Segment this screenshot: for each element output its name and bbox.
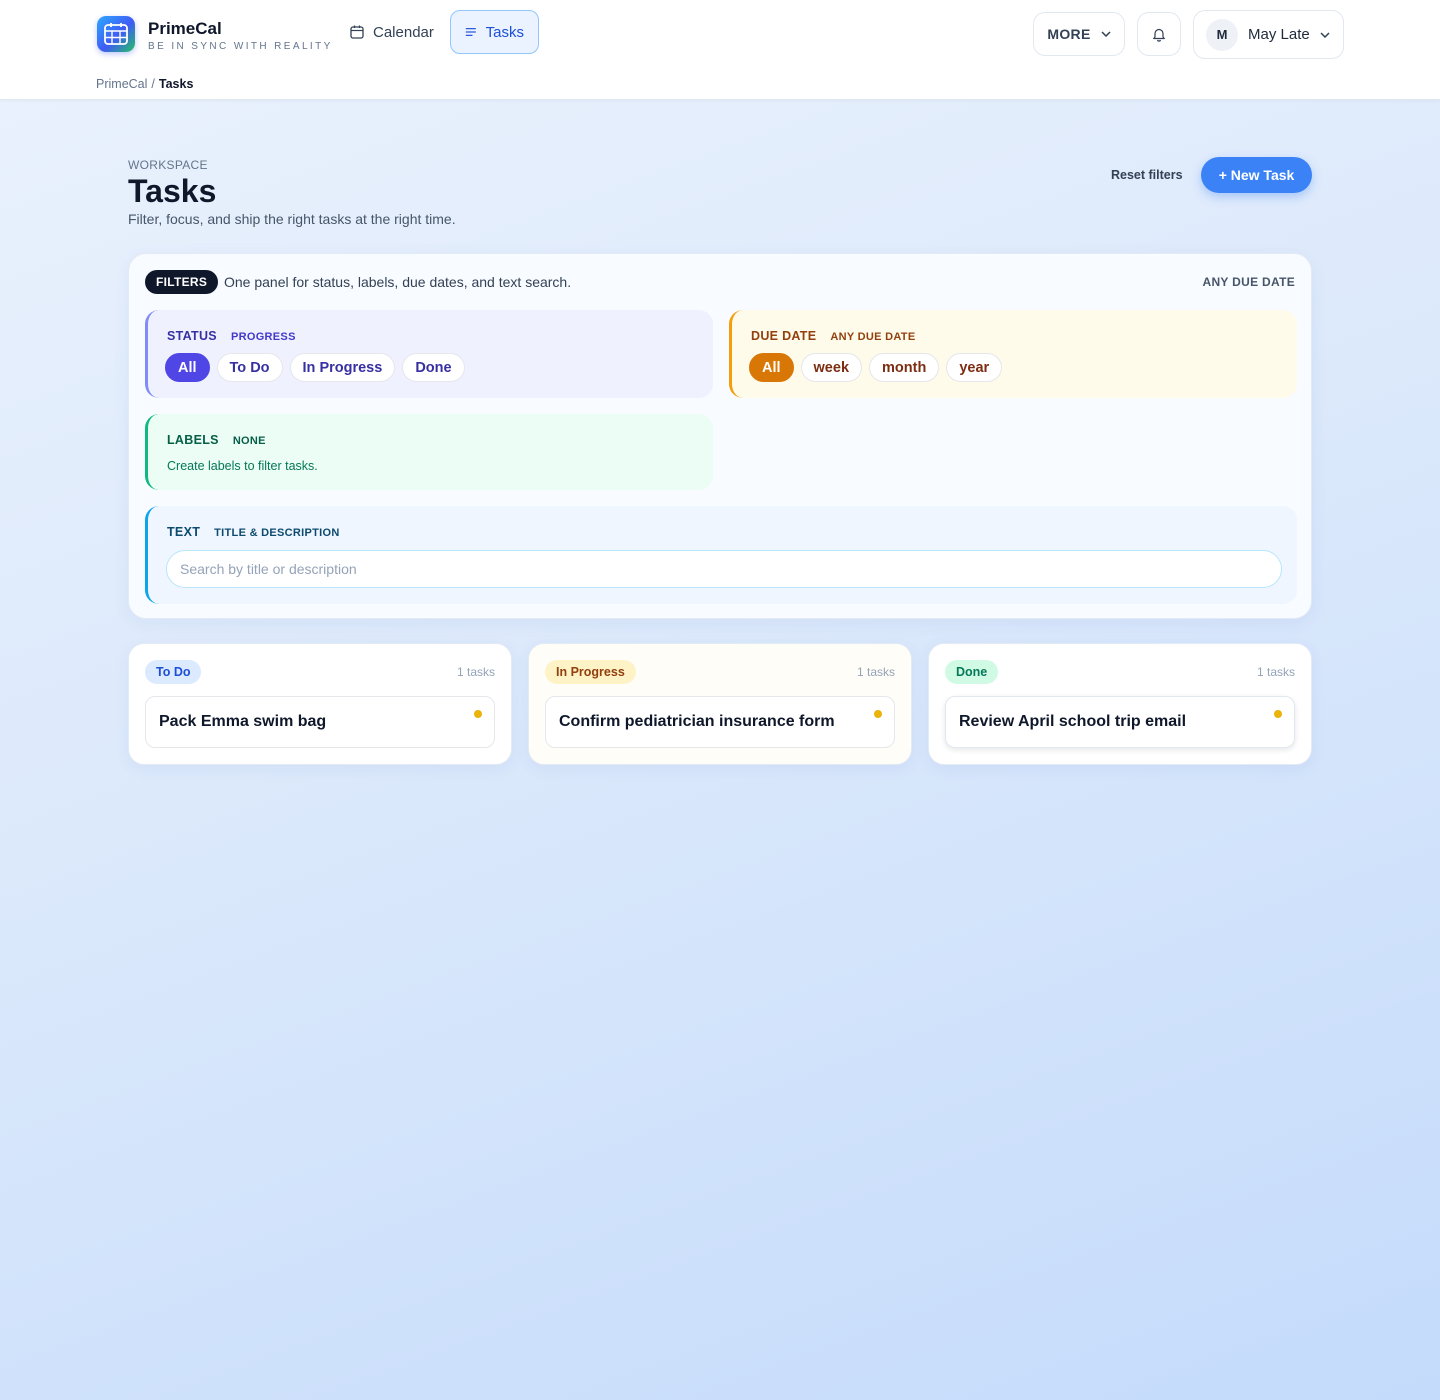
task-card[interactable]: Confirm pediatrician insurance form (545, 696, 895, 748)
task-title: Confirm pediatrician insurance form (559, 713, 835, 730)
status-chip-done[interactable]: Done (402, 353, 465, 382)
task-title: Review April school trip email (959, 713, 1187, 730)
nav-tasks-label: Tasks (485, 23, 524, 41)
more-label: MORE (1047, 26, 1091, 42)
priority-dot-icon (474, 710, 482, 718)
breadcrumb: PrimeCal / Tasks (96, 77, 193, 91)
due-chip-week[interactable]: week (800, 353, 863, 382)
filters-description: One panel for status, labels, due dates,… (224, 274, 572, 290)
column-count-todo: 1 tasks (456, 665, 495, 679)
filters-panel: FILTERS One panel for status, labels, du… (128, 253, 1312, 619)
column-count-done: 1 tasks (1256, 665, 1295, 679)
nav-calendar-label: Calendar (373, 23, 434, 41)
page-subtitle: Filter, focus, and ship the right tasks … (128, 211, 456, 227)
due-date-chips: All week month year (749, 353, 1003, 382)
labels-filter-sub: NONE (232, 435, 266, 447)
reset-filters-button[interactable]: Reset filters (1099, 163, 1195, 187)
column-count-in-progress: 1 tasks (856, 665, 895, 679)
task-card[interactable]: Review April school trip email (945, 696, 1295, 748)
due-chip-year[interactable]: year (946, 353, 1003, 382)
text-filter-heading: TEXT TITLE & DESCRIPTION (167, 525, 340, 539)
chevron-down-icon (1320, 31, 1330, 38)
list-icon (465, 28, 476, 36)
column-todo: To Do 1 tasks Pack Emma swim bag (128, 643, 512, 765)
status-chip-todo[interactable]: To Do (216, 353, 283, 382)
labels-filter-title: LABELS (167, 433, 219, 447)
due-date-filter-heading: DUE DATE ANY DUE DATE (751, 329, 915, 343)
filters-pill: FILTERS (145, 270, 219, 294)
column-badge-todo: To Do (145, 660, 202, 684)
priority-dot-icon (874, 710, 882, 718)
status-filter: STATUS PROGRESS All To Do In Progress Don… (145, 310, 713, 398)
labels-filter: LABELS NONE Create labels to filter tasks… (145, 414, 713, 490)
labels-empty-text: Create labels to filter tasks. (167, 459, 318, 473)
status-chip-all[interactable]: All (165, 353, 210, 382)
status-chip-in-progress[interactable]: In Progress (289, 353, 396, 382)
task-card[interactable]: Pack Emma swim bag (145, 696, 495, 748)
page-title: Tasks (128, 173, 217, 209)
user-menu-button[interactable]: M May Late (1193, 10, 1344, 59)
column-done: Done 1 tasks Review April school trip em… (928, 643, 1312, 765)
status-chips: All To Do In Progress Done (165, 353, 465, 382)
column-badge-done: Done (945, 660, 999, 684)
column-in-progress: In Progress 1 tasks Confirm pediatrician… (528, 643, 912, 765)
due-date-filter: DUE DATE ANY DUE DATE All week month year (729, 310, 1297, 398)
breadcrumb-separator: / (151, 77, 155, 91)
brand-tagline: BE IN SYNC WITH REALITY (148, 41, 333, 52)
status-filter-sub: PROGRESS (230, 331, 296, 343)
app-logo-icon[interactable] (97, 16, 135, 52)
due-chip-all[interactable]: All (749, 353, 794, 382)
top-header: PrimeCal BE IN SYNC WITH REALITY Calenda… (0, 0, 1440, 100)
search-input[interactable] (166, 550, 1282, 588)
column-badge-in-progress: In Progress (545, 660, 636, 684)
text-filter-sub: TITLE & DESCRIPTION (214, 527, 340, 539)
avatar: M (1206, 18, 1238, 51)
chevron-down-icon (1101, 31, 1111, 37)
nav-calendar[interactable]: Calendar (336, 10, 448, 54)
due-chip-month[interactable]: month (869, 353, 940, 382)
new-task-button[interactable]: + New Task (1201, 157, 1312, 193)
due-date-filter-sub: ANY DUE DATE (830, 331, 916, 343)
text-filter: TEXT TITLE & DESCRIPTION (145, 506, 1297, 604)
priority-dot-icon (1274, 710, 1282, 718)
more-menu-button[interactable]: MORE (1033, 12, 1125, 56)
user-name: May Late (1248, 26, 1310, 43)
breadcrumb-current: Tasks (158, 77, 194, 91)
page-eyebrow: WORKSPACE (128, 158, 208, 172)
status-filter-title: STATUS (167, 329, 217, 343)
notifications-button[interactable] (1137, 12, 1181, 56)
calendar-icon (350, 25, 364, 39)
task-title: Pack Emma swim bag (159, 713, 327, 730)
filters-summary: ANY DUE DATE (1202, 275, 1295, 289)
due-date-filter-title: DUE DATE (751, 329, 817, 343)
breadcrumb-root[interactable]: PrimeCal (96, 77, 147, 91)
labels-filter-heading: LABELS NONE (167, 433, 266, 447)
brand-name: PrimeCal (148, 19, 222, 38)
text-filter-title: TEXT (167, 525, 201, 539)
bell-icon (1153, 28, 1165, 42)
calendar-grid-icon (104, 23, 128, 45)
nav-tasks[interactable]: Tasks (450, 10, 539, 54)
status-filter-heading: STATUS PROGRESS (167, 329, 296, 343)
